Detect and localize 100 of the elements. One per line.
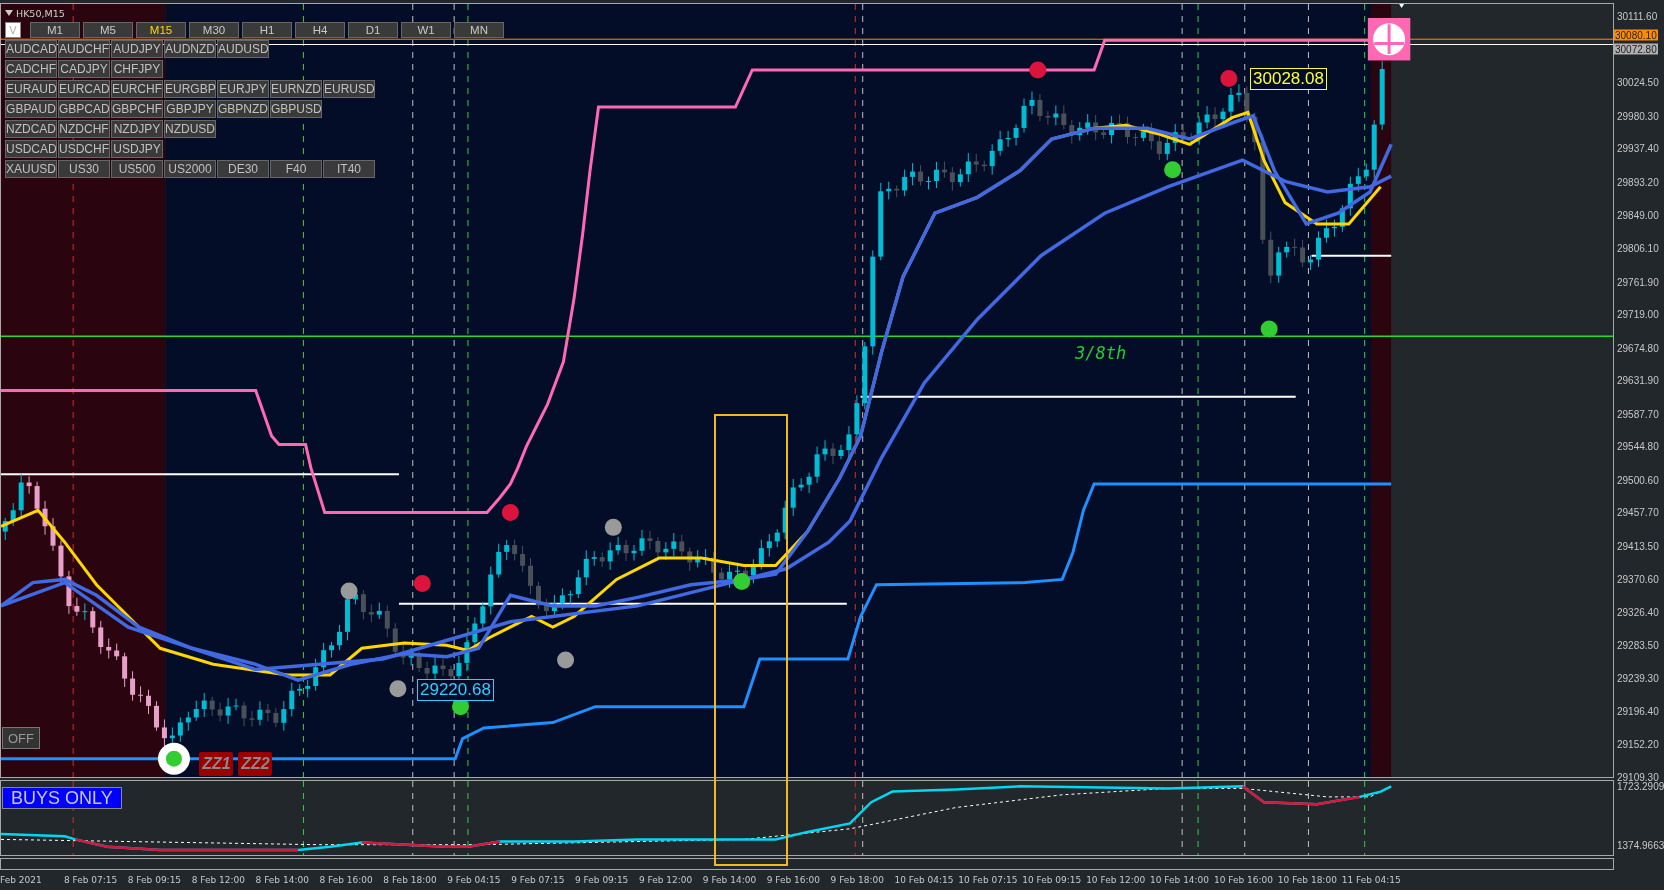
- time-axis-label: 8 Feb 12:00: [191, 875, 246, 885]
- symbol-button[interactable]: NZDCHF: [58, 120, 110, 138]
- signal-dot: [1220, 69, 1238, 87]
- chart-title: HK50,M15: [16, 7, 65, 19]
- dropdown-caret-icon[interactable]: [5, 10, 13, 16]
- off-button[interactable]: OFF: [2, 727, 40, 749]
- symbol-button[interactable]: GBPUSD: [270, 100, 322, 118]
- symbol-button[interactable]: AUDUSD: [217, 40, 269, 58]
- time-axis-label: 9 Feb 18:00: [830, 875, 885, 885]
- symbol-button[interactable]: CADJPY: [58, 60, 110, 78]
- timeframe-button[interactable]: M1: [30, 22, 80, 38]
- symbol-button[interactable]: NZDUSD: [164, 120, 216, 138]
- price-axis-label: 29457.70: [1617, 506, 1659, 518]
- timeframe-button[interactable]: MN: [454, 22, 504, 38]
- symbol-button[interactable]: GBPCAD: [58, 100, 110, 118]
- price-axis-label: 29283.50: [1617, 639, 1659, 651]
- price-axis-label: 29719.00: [1617, 308, 1659, 320]
- price-axis-label: 30024.50: [1617, 76, 1659, 88]
- time-axis-label: 10 Feb 14:00: [1150, 875, 1211, 885]
- indicator-axis-label: 1723.2909: [1617, 781, 1664, 792]
- symbol-button[interactable]: CHFJPY: [111, 60, 163, 78]
- time-axis-label: 8 Feb 16:00: [319, 875, 374, 885]
- signal-dot: [604, 518, 622, 536]
- symbol-button[interactable]: F40: [270, 160, 322, 178]
- timeframe-button[interactable]: M5: [83, 22, 133, 38]
- symbol-button[interactable]: GBPCHF: [111, 100, 163, 118]
- signal-dot: [1260, 320, 1278, 338]
- symbol-button[interactable]: EURUSD: [323, 80, 375, 98]
- symbol-button[interactable]: EURGBP: [164, 80, 216, 98]
- timeframe-button[interactable]: H4: [295, 22, 345, 38]
- symbol-button[interactable]: AUDJPY: [111, 40, 163, 58]
- symbol-button[interactable]: NZDJPY: [111, 120, 163, 138]
- symbol-button[interactable]: AUDNZD: [164, 40, 216, 58]
- time-axis-label: 9 Feb 07:15: [511, 875, 566, 885]
- price-axis-label: 29849.00: [1617, 209, 1659, 221]
- price-axis-label: 30111.60: [1617, 10, 1658, 22]
- timeframe-button[interactable]: M30: [189, 22, 239, 38]
- time-axis-label: 10 Feb 18:00: [1277, 875, 1338, 885]
- time-axis-label: 8 Feb 14:00: [255, 875, 310, 885]
- symbol-button[interactable]: DE30: [217, 160, 269, 178]
- high-price-label: 30028.08: [1250, 67, 1327, 90]
- price-axis-label: 29761.90: [1617, 276, 1659, 287]
- line-price-tag: 30080.10: [1614, 29, 1658, 41]
- time-axis-label: 8 Feb 18:00: [383, 875, 438, 885]
- price-axis-label: 29500.60: [1617, 474, 1659, 486]
- symbol-button[interactable]: AUDCAD: [5, 40, 57, 58]
- time-axis-label: 9 Feb 16:00: [766, 875, 821, 885]
- time-axis-label: Feb 2021: [0, 875, 43, 885]
- signal-label: BUYS ONLY: [2, 787, 122, 809]
- timeframe-button[interactable]: H1: [242, 22, 292, 38]
- price-axis-label: 29152.20: [1617, 738, 1659, 750]
- time-axis-label: 10 Feb 04:15: [894, 875, 955, 885]
- timeframe-button[interactable]: D1: [348, 22, 398, 38]
- symbol-button[interactable]: GBPNZD: [217, 100, 269, 118]
- time-axis-label: 10 Feb 16:00: [1213, 875, 1274, 885]
- time-axis-label: 10 Feb 12:00: [1086, 875, 1147, 885]
- time-axis-label: 8 Feb 07:15: [63, 875, 119, 885]
- symbol-button[interactable]: NZDCAD: [5, 120, 57, 138]
- symbol-button[interactable]: GBPJPY: [164, 100, 216, 118]
- symbol-button[interactable]: EURJPY: [217, 80, 269, 98]
- shift-marker-icon[interactable]: [1398, 4, 1405, 9]
- symbol-button[interactable]: EURAUD: [5, 80, 57, 98]
- price-axis-label: 29109.30: [1617, 771, 1659, 783]
- time-axis-label: 11 Feb 04:15: [1341, 875, 1402, 885]
- symbol-button[interactable]: US30: [58, 160, 110, 178]
- symbol-button[interactable]: US500: [111, 160, 163, 178]
- symbol-button[interactable]: EURCHF: [111, 80, 163, 98]
- price-axis-label: 29674.80: [1617, 342, 1659, 354]
- symbol-button[interactable]: XAUUSD: [5, 160, 57, 178]
- crosshair-icon: [1367, 18, 1411, 61]
- symbol-button[interactable]: CADCHF: [5, 60, 57, 78]
- time-axis-label: 9 Feb 12:00: [638, 875, 694, 885]
- signal-dot: [501, 504, 519, 521]
- price-axis-label: 29413.50: [1617, 540, 1659, 552]
- timeframe-button[interactable]: M15: [136, 22, 186, 38]
- time-axis-label: 9 Feb 09:15: [575, 875, 630, 885]
- price-axis-label: 29239.30: [1617, 672, 1659, 684]
- signal-dot: [557, 651, 575, 669]
- time-axis-label: 8 Feb 09:15: [127, 875, 183, 885]
- symbol-button[interactable]: GBPAUD: [5, 100, 57, 118]
- time-axis-label: 10 Feb 09:15: [1022, 875, 1083, 885]
- price-axis-label: 29196.40: [1617, 705, 1659, 717]
- symbol-button[interactable]: USDCHF: [58, 140, 110, 158]
- symbol-button[interactable]: USDCAD: [5, 140, 57, 158]
- signal-dot: [733, 573, 751, 590]
- signal-dot: [340, 582, 358, 600]
- symbol-button[interactable]: US2000: [164, 160, 216, 178]
- symbol-button[interactable]: AUDCHF: [58, 40, 110, 58]
- symbol-button[interactable]: IT40: [323, 160, 375, 178]
- fibo-level-label: 3/8th: [1074, 342, 1127, 363]
- signal-dot: [1029, 61, 1047, 79]
- timeframe-button[interactable]: W1: [401, 22, 451, 38]
- price-axis-label: 29937.40: [1617, 142, 1659, 154]
- time-axis-label: 10 Feb 07:15: [958, 875, 1019, 885]
- symbol-button[interactable]: EURCAD: [58, 80, 110, 98]
- symbol-button[interactable]: EURNZD: [270, 80, 322, 98]
- target-icon: [158, 742, 190, 775]
- signal-dot: [389, 680, 407, 698]
- price-axis-label: 29806.10: [1617, 242, 1659, 254]
- symbol-button[interactable]: USDJPY: [111, 140, 163, 158]
